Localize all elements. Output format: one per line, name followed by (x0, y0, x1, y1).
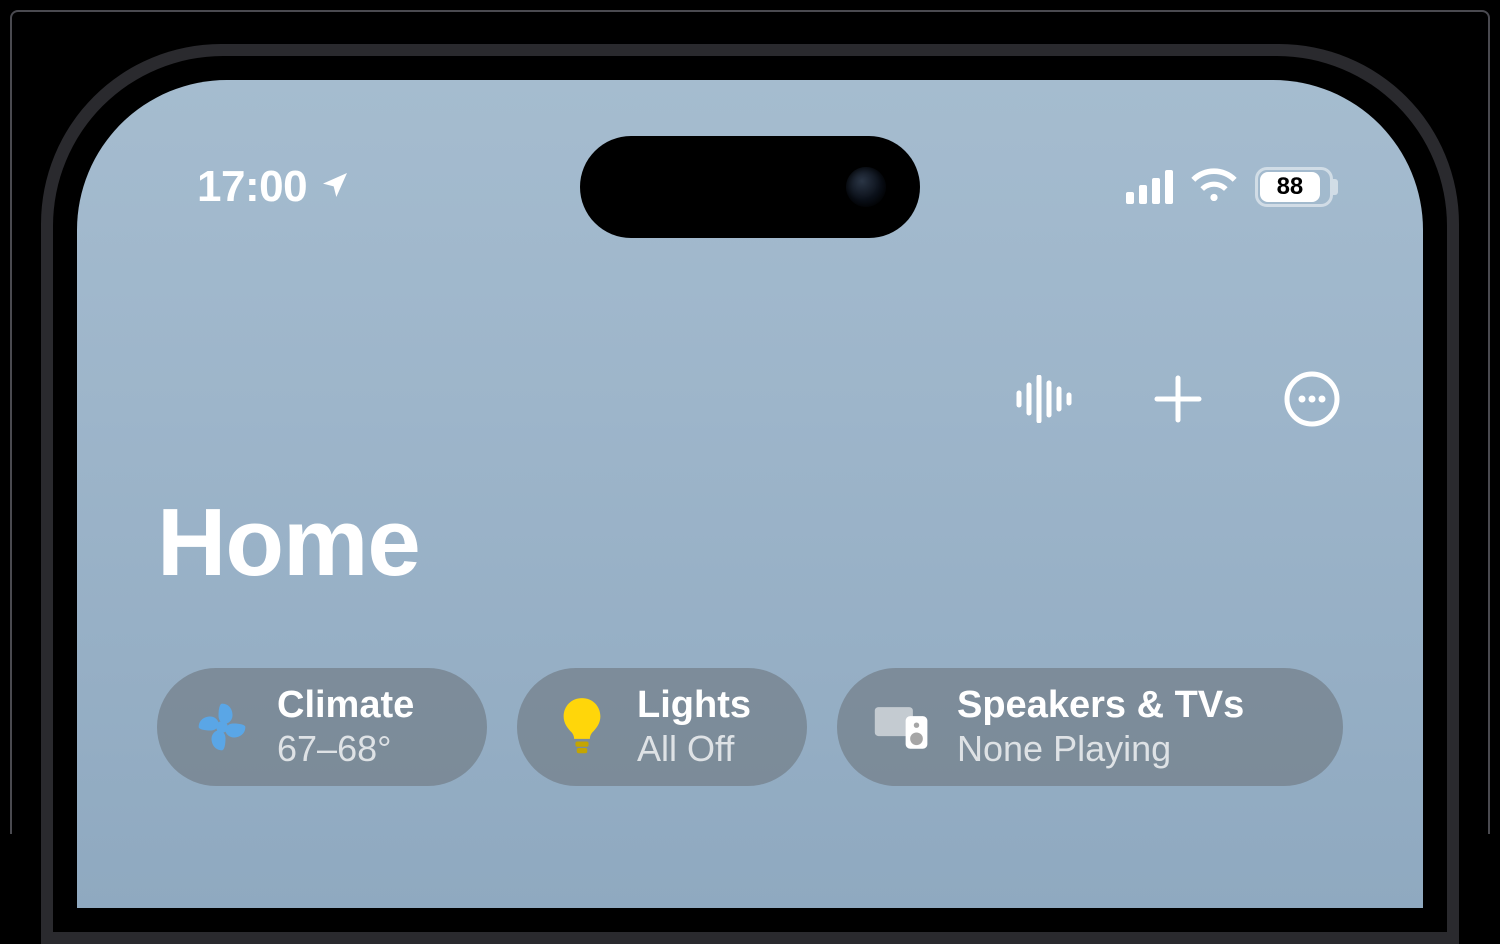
status-time: 17:00 (197, 162, 307, 212)
dynamic-island (580, 136, 920, 238)
phone-screen: 17:00 (77, 80, 1423, 908)
cellular-signal-icon (1126, 170, 1173, 204)
intercom-button[interactable] (1013, 370, 1075, 432)
speakers-detail: None Playing (957, 728, 1244, 769)
front-camera-icon (846, 167, 886, 207)
page-title: Home (157, 488, 420, 598)
battery-percent: 88 (1260, 172, 1320, 202)
climate-detail: 67–68° (277, 728, 414, 769)
wifi-icon (1191, 168, 1237, 207)
fan-icon (193, 698, 251, 756)
add-button[interactable] (1147, 370, 1209, 432)
climate-card[interactable]: Climate 67–68° (157, 668, 487, 786)
phone-bezel: 17:00 (53, 56, 1447, 932)
waveform-icon (1015, 375, 1073, 428)
climate-title: Climate (277, 684, 414, 728)
header-toolbar (1013, 370, 1343, 432)
category-cards-row: Climate 67–68° Lights All Off (157, 668, 1343, 786)
speakers-tvs-card[interactable]: Speakers & TVs None Playing (837, 668, 1343, 786)
more-button[interactable] (1281, 370, 1343, 432)
lights-detail: All Off (637, 728, 751, 769)
lights-title: Lights (637, 684, 751, 728)
location-arrow-icon (319, 169, 351, 206)
ellipsis-circle-icon (1284, 371, 1340, 432)
battery-indicator: 88 (1255, 167, 1333, 207)
lights-card[interactable]: Lights All Off (517, 668, 807, 786)
lightbulb-icon (553, 698, 611, 756)
plus-icon (1153, 374, 1203, 429)
phone-device-frame: 17:00 (41, 44, 1459, 944)
speakers-title: Speakers & TVs (957, 684, 1244, 728)
tv-speaker-icon (873, 698, 931, 756)
